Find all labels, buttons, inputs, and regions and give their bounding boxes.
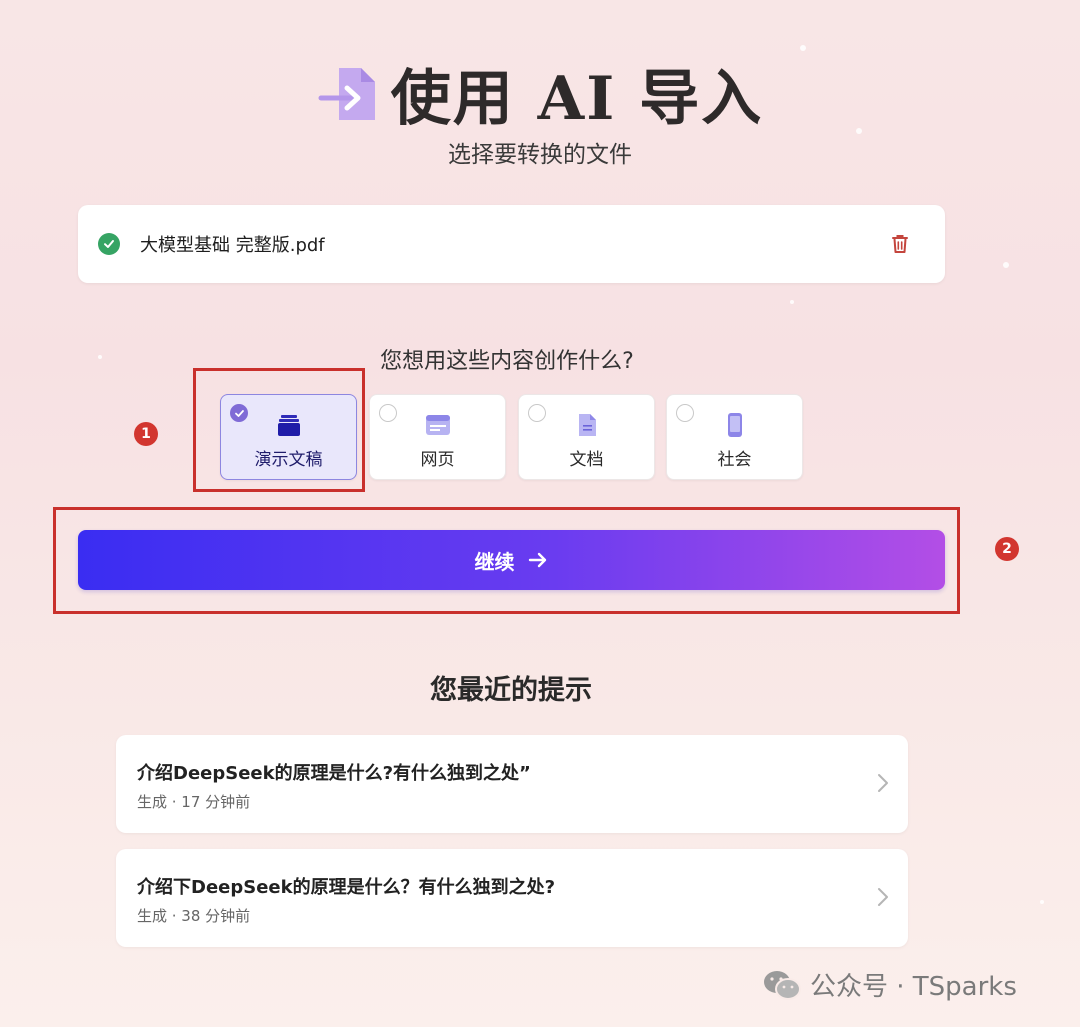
create-question: 您想用这些内容创作什么? xyxy=(380,349,634,374)
recent-prompt-item[interactable]: 介绍DeepSeek的原理是什么?有什么独到之处” 生成 · 17 分钟前 xyxy=(116,735,908,833)
check-circle-icon xyxy=(98,233,120,255)
watermark-text: 公众号 · TSparks xyxy=(810,972,1017,1002)
annotation-box-1 xyxy=(193,368,365,492)
document-icon xyxy=(573,411,601,439)
sparkle xyxy=(1003,262,1009,268)
radio-unchecked-icon xyxy=(528,404,546,422)
option-label: 文档 xyxy=(569,450,604,470)
header: 使用 AI 导入 xyxy=(0,50,1080,137)
option-document[interactable]: 文档 xyxy=(518,394,655,480)
recent-prompt-title: 介绍下DeepSeek的原理是什么？有什么独到之处? xyxy=(137,877,556,898)
radio-unchecked-icon xyxy=(676,404,694,422)
file-import-icon xyxy=(318,67,375,120)
recent-prompt-title: 介绍DeepSeek的原理是什么?有什么独到之处” xyxy=(137,763,531,784)
wechat-icon xyxy=(764,970,801,1000)
radio-unchecked-icon xyxy=(379,404,397,422)
recent-prompts-title: 您最近的提示 xyxy=(430,675,592,706)
webpage-icon xyxy=(424,411,452,439)
arrow-right-icon xyxy=(528,552,546,568)
continue-label: 继续 xyxy=(474,551,515,574)
file-name: 大模型基础 完整版.pdf xyxy=(140,235,325,256)
recent-prompt-item[interactable]: 介绍下DeepSeek的原理是什么？有什么独到之处? 生成 · 38 分钟前 xyxy=(116,849,908,947)
annotation-marker-2: 2 xyxy=(995,537,1019,561)
continue-button[interactable]: 继续 xyxy=(78,530,945,590)
recent-prompt-meta: 生成 · 38 分钟前 xyxy=(137,907,251,925)
selected-file-card: 大模型基础 完整版.pdf xyxy=(78,205,945,283)
page-subtitle: 选择要转换的文件 xyxy=(448,142,632,168)
page-title: 使用 AI 导入 xyxy=(390,64,764,134)
option-label: 社会 xyxy=(717,450,752,470)
option-social[interactable]: 社会 xyxy=(666,394,803,480)
option-label: 网页 xyxy=(420,450,455,470)
chevron-right-icon xyxy=(878,888,888,906)
annotation-marker-1: 1 xyxy=(134,422,158,446)
sparkle xyxy=(1040,900,1044,904)
chevron-right-icon xyxy=(878,774,888,792)
recent-prompt-meta: 生成 · 17 分钟前 xyxy=(137,793,251,811)
sparkle xyxy=(790,300,794,304)
watermark: 公众号 · TSparks xyxy=(762,966,1017,1003)
option-webpage[interactable]: 网页 xyxy=(369,394,506,480)
trash-icon[interactable] xyxy=(889,233,911,255)
phone-icon xyxy=(721,411,749,439)
